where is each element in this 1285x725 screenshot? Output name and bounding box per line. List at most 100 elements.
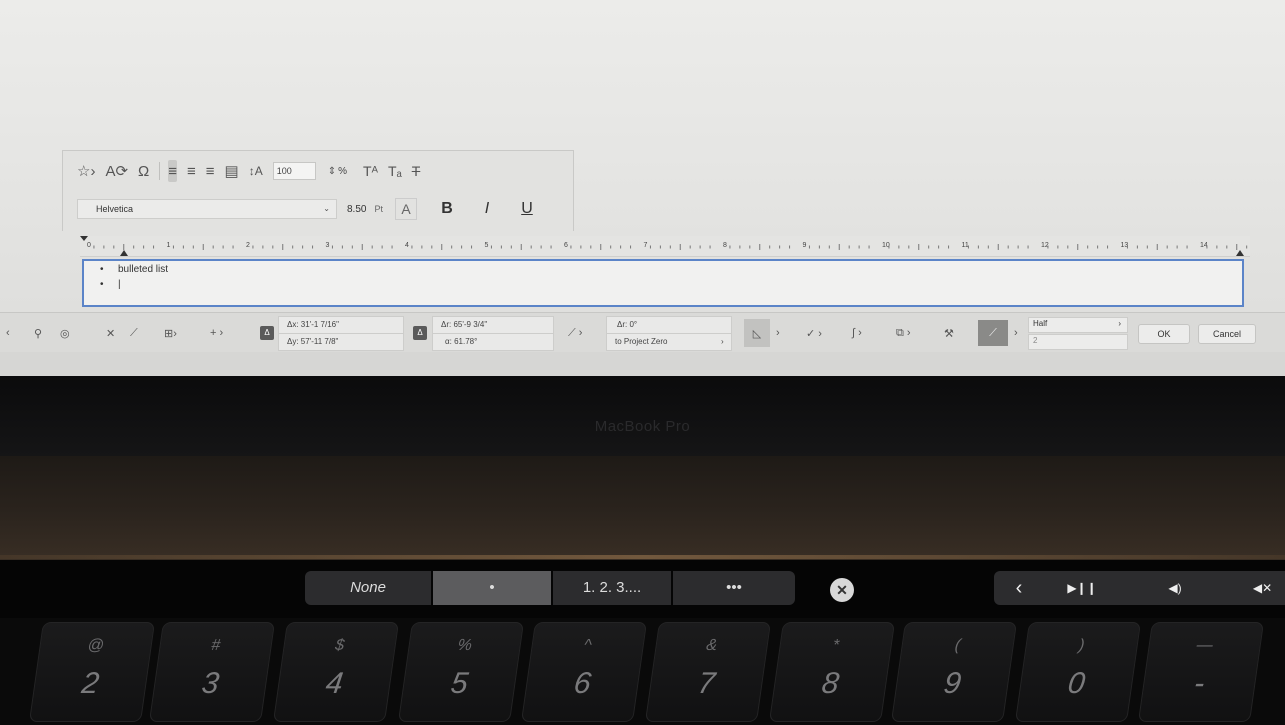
arrow-icon[interactable]: ‹	[6, 313, 10, 353]
paragraph-toolbar-row: ☆› A⟳ Ω ≡ ≡ ≡ ▤ ↕A 100 ⇕ % Tᴬ Tₐ T	[77, 159, 430, 183]
figure-icon[interactable]: ⚲	[34, 313, 42, 353]
key-4[interactable]: $4	[272, 622, 400, 722]
cancel-x-icon[interactable]: ✕	[106, 313, 115, 353]
font-name: Helvetica	[96, 204, 134, 214]
chevron-right-icon[interactable]: ›	[1014, 313, 1018, 353]
key-legend: 3	[199, 667, 222, 700]
info-box-bar: ‹ ⚲ ◎ ✕ ⟋ ⊞› + › Δ Δx: 31'-1 7/16" Δy: 5…	[0, 312, 1285, 354]
snap-guide-icon[interactable]: ◺	[744, 319, 770, 347]
percent-label: %	[338, 165, 348, 177]
font-select[interactable]: Helvetica ⌄	[77, 199, 337, 219]
key-7[interactable]: & 7	[644, 622, 772, 722]
special-character-icon[interactable]: Ω	[138, 160, 149, 182]
ruler-label: 2	[246, 242, 250, 249]
ghost-icon[interactable]: ◎	[60, 313, 70, 353]
half-sub-field[interactable]: 2	[1028, 334, 1128, 350]
subscript-button[interactable]: Tₐ	[388, 160, 402, 182]
list-style-none-button[interactable]: None	[305, 571, 431, 605]
text-color-button[interactable]: A	[394, 198, 417, 220]
volume-icon[interactable]: ◀)	[1150, 571, 1200, 605]
key-shift-legend: %	[456, 637, 474, 654]
ok-button[interactable]: OK	[1138, 324, 1190, 344]
align-right-icon[interactable]: ≡	[206, 160, 215, 182]
half-sub-value: 2	[1033, 336, 1038, 345]
key-shift-legend: (	[953, 637, 962, 654]
mute-icon[interactable]: ◀✕	[1240, 571, 1285, 605]
cancel-button[interactable]: Cancel	[1198, 324, 1256, 344]
laptop-chassis	[0, 456, 1285, 564]
italic-button[interactable]: I	[477, 200, 497, 218]
text-style-icon[interactable]: A⟳	[105, 160, 128, 182]
angle-field[interactable]: α: 61.78°	[432, 333, 554, 351]
key-legend: -	[1192, 667, 1207, 700]
align-left-icon[interactable]: ≡	[168, 160, 178, 182]
key-6[interactable]: ^ 6	[520, 622, 648, 722]
half-dropdown[interactable]: Half ›	[1028, 317, 1128, 333]
justify-icon[interactable]: ▤	[225, 160, 239, 182]
text-cursor: |	[118, 279, 121, 290]
left-indent-marker[interactable]	[120, 250, 128, 256]
ruler-label: 11	[962, 242, 969, 249]
list-style-bullet-button[interactable]: •	[433, 571, 551, 605]
underline-button[interactable]: U	[517, 200, 537, 218]
font-size-field[interactable]: 8.50	[347, 204, 366, 215]
list-item-text: bulleted list	[118, 264, 169, 275]
key-2[interactable]: @2	[28, 622, 156, 722]
line-spacing-field[interactable]: 100	[272, 162, 316, 180]
key-shift-legend: #	[210, 637, 222, 654]
close-icon[interactable]: ✕	[830, 578, 854, 602]
key-legend: 7	[695, 667, 718, 700]
list-item[interactable]: • bulleted list	[100, 264, 168, 275]
bold-button[interactable]: B	[437, 200, 457, 218]
right-indent-marker[interactable]	[1236, 250, 1244, 256]
magic-wand-icon[interactable]: ⚒	[944, 313, 954, 353]
stepper-icon[interactable]: ⇕	[328, 160, 336, 182]
dy-field[interactable]: Δy: 57'-11 7/8"	[278, 333, 404, 351]
line-icon[interactable]: ⟋	[130, 313, 138, 353]
key-9[interactable]: (9	[890, 622, 1018, 722]
text-block-frame[interactable]: • bulleted list • |	[82, 259, 1244, 307]
key-legend: 2	[79, 667, 102, 700]
align-center-icon[interactable]: ≡	[187, 160, 196, 182]
rect-select-icon[interactable]: ⧉ ›	[896, 313, 911, 353]
ruler-label: 7	[644, 242, 648, 249]
line-spacing-icon[interactable]: ↕A	[249, 160, 263, 182]
key-legend: 6	[571, 667, 594, 700]
favorites-icon[interactable]: ☆›	[77, 160, 95, 182]
checkmark-icon[interactable]: ✓ ›	[806, 313, 822, 353]
dx-field[interactable]: Δx: 31'-1 7/16"	[278, 316, 404, 334]
beta-field[interactable]: Δr: 0°	[606, 316, 732, 334]
play-pause-icon[interactable]: ▶❙❙	[1052, 571, 1112, 605]
list-style-numbered-button[interactable]: 1. 2. 3....	[553, 571, 671, 605]
first-indent-marker[interactable]	[80, 236, 88, 241]
key-shift-legend: @	[86, 637, 106, 654]
key-3[interactable]: #3	[148, 622, 276, 722]
construction-icon[interactable]: ⊞›	[164, 313, 177, 353]
text-ruler[interactable]: 0 1 2 3 4 5 6 7 8 9 10 11 12 13 14	[80, 236, 1250, 257]
chevron-right-icon[interactable]: ›	[776, 313, 780, 353]
key-8[interactable]: * 8	[768, 622, 896, 722]
screen-bezel	[0, 376, 1285, 456]
superscript-button[interactable]: Tᴬ	[363, 160, 378, 182]
key--[interactable]: — -	[1137, 622, 1265, 722]
key-shift-legend: ^	[582, 637, 593, 654]
drawing-area[interactable]	[0, 352, 1285, 376]
curve-icon[interactable]: ∫ ›	[852, 313, 862, 353]
angle-tool-icon[interactable]: ⟋ ›	[568, 313, 582, 353]
key-legend: 9	[941, 667, 964, 700]
key-5[interactable]: % 5	[397, 622, 525, 722]
dr-field[interactable]: Δr: 65'-9 3/4"	[432, 316, 554, 334]
collapse-control-strip-icon[interactable]: ‹	[1004, 571, 1034, 605]
plus-icon[interactable]: + ›	[210, 313, 223, 353]
key-shift-legend: *	[831, 637, 841, 654]
key-0[interactable]: ) 0	[1014, 622, 1142, 722]
strikethrough-button[interactable]: T	[412, 160, 421, 182]
slope-icon[interactable]: ⟋	[978, 320, 1008, 346]
delta-icon: Δ	[260, 326, 274, 340]
ruler-label: 9	[803, 242, 807, 249]
project-zero-popup[interactable]: to Project Zero ›	[606, 333, 732, 351]
chassis-edge	[0, 555, 1285, 559]
list-item[interactable]: • |	[100, 279, 121, 290]
brand-label: MacBook Pro	[594, 418, 691, 435]
list-style-more-button[interactable]: •••	[673, 571, 795, 605]
